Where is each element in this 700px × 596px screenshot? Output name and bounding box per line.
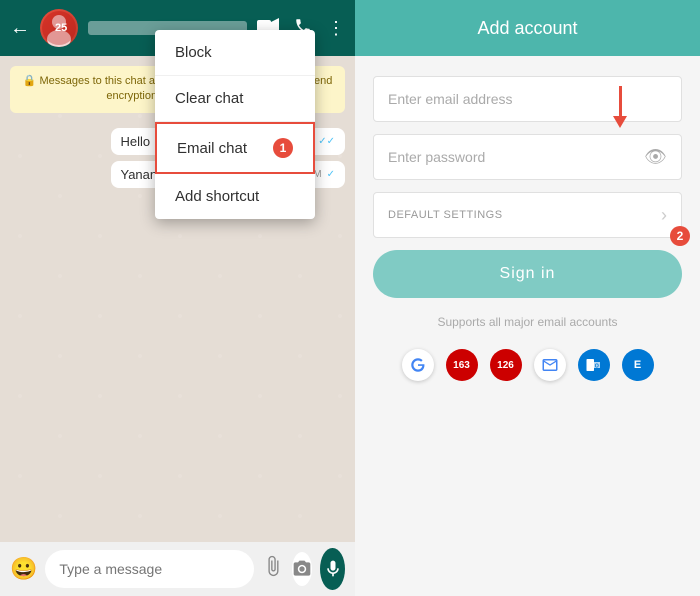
- menu-item-email-chat[interactable]: Email chat 1: [155, 122, 315, 174]
- provider-google[interactable]: [402, 349, 434, 381]
- menu-item-clear-chat[interactable]: Clear chat: [155, 76, 315, 122]
- password-input[interactable]: [388, 149, 667, 165]
- emoji-button[interactable]: 😀: [10, 551, 37, 587]
- red-arrow-indicator: [613, 86, 627, 128]
- right-panel: Add account 👁 DEFAULT SET: [355, 0, 700, 596]
- context-menu: Block Clear chat Email chat 1 Add shortc…: [155, 30, 315, 219]
- chat-input-bar: 😀: [0, 542, 355, 596]
- step-2-badge: 2: [670, 226, 690, 246]
- provider-126[interactable]: 126: [490, 349, 522, 381]
- more-options-icon[interactable]: ⋮: [327, 18, 345, 39]
- right-header-title: Add account: [477, 18, 577, 39]
- message-text-2: Yanan: [121, 167, 158, 182]
- provider-outlook[interactable]: O: [578, 349, 610, 381]
- message-text-1: Hello: [121, 134, 151, 149]
- password-field-wrapper: 👁: [373, 134, 682, 180]
- provider-163-label: 163: [453, 360, 470, 371]
- right-content: 👁 DEFAULT SETTINGS › 2 Sign in Supports …: [355, 56, 700, 596]
- password-wrapper: 👁: [373, 134, 682, 180]
- avatar-image: 25: [40, 9, 78, 47]
- menu-label-email-chat: Email chat: [177, 140, 247, 157]
- email-field-wrapper: [373, 76, 682, 122]
- provider-gmail[interactable]: [534, 349, 566, 381]
- menu-item-add-shortcut[interactable]: Add shortcut: [155, 174, 315, 219]
- message-input[interactable]: [45, 550, 254, 588]
- right-header: Add account: [355, 0, 700, 56]
- lock-icon: 🔒: [23, 75, 37, 87]
- mic-button[interactable]: [320, 548, 345, 590]
- chevron-right-icon: ›: [661, 205, 667, 226]
- svg-text:O: O: [594, 363, 598, 369]
- check-mark-1: ✓✓: [318, 136, 335, 147]
- provider-exchange-label: E: [634, 359, 641, 371]
- supports-text: Supports all major email accounts: [373, 315, 682, 329]
- default-settings-row[interactable]: DEFAULT SETTINGS ›: [373, 192, 682, 238]
- provider-126-label: 126: [497, 360, 514, 371]
- menu-label-block: Block: [175, 44, 212, 61]
- provider-163[interactable]: 163: [446, 349, 478, 381]
- default-settings-label: DEFAULT SETTINGS: [388, 209, 503, 221]
- step-1-badge: 1: [273, 138, 293, 158]
- email-providers: 163 126 O E: [373, 349, 682, 381]
- sign-in-button[interactable]: Sign in: [373, 250, 682, 298]
- menu-item-block[interactable]: Block: [155, 30, 315, 76]
- menu-label-clear-chat: Clear chat: [175, 90, 243, 107]
- default-settings-container: DEFAULT SETTINGS › 2: [373, 192, 682, 238]
- left-panel: ← 25: [0, 0, 355, 596]
- check-mark-2: ✓: [327, 169, 335, 180]
- avatar[interactable]: 25: [40, 9, 78, 47]
- attach-icon[interactable]: [262, 555, 284, 583]
- svg-text:25: 25: [55, 22, 67, 34]
- menu-label-add-shortcut: Add shortcut: [175, 188, 259, 205]
- back-button[interactable]: ←: [10, 17, 30, 40]
- camera-button[interactable]: [292, 552, 312, 586]
- eye-icon[interactable]: 👁: [644, 147, 667, 168]
- provider-exchange[interactable]: E: [622, 349, 654, 381]
